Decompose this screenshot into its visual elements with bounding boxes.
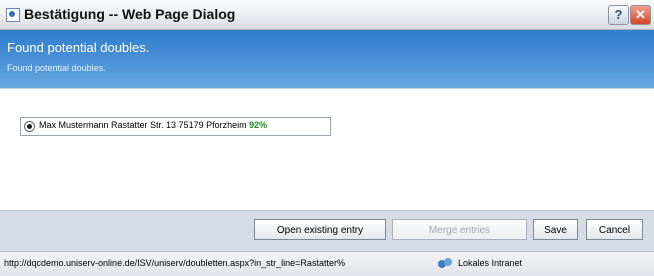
doubles-list: Max Mustermann Rastatter Str. 13 75179 P… [0,88,654,211]
security-zone-label: Lokales Intranet [458,258,523,268]
status-url: http://dqcdemo.uniserv-online.de/ISV/uni… [4,258,345,268]
open-existing-entry-button[interactable]: Open existing entry [254,219,386,240]
intranet-zone-icon [438,257,454,269]
help-button[interactable]: ? [608,5,629,25]
match-score: 92% [249,120,268,130]
candidate-item[interactable]: Max Mustermann Rastatter Str. 13 75179 P… [20,117,331,136]
save-button[interactable]: Save [533,219,578,240]
candidate-text: Max Mustermann Rastatter Str. 13 75179 P… [39,120,247,130]
dialog-titlebar: Bestätigung -- Web Page Dialog ? ✕ [0,0,654,30]
header-title: Found potential doubles. [7,40,150,55]
cancel-button[interactable]: Cancel [586,219,643,240]
header-subtitle: Found potential doubles. [7,63,106,73]
close-button[interactable]: ✕ [630,5,651,25]
candidate-label: Max Mustermann Rastatter Str. 13 75179 P… [39,120,267,130]
merge-entries-button[interactable]: Merge entries [392,219,527,240]
button-bar: Open existing entry Merge entries Save C… [0,210,654,251]
dialog-header: Found potential doubles. Found potential… [0,30,654,88]
dialog-title: Bestätigung -- Web Page Dialog [24,6,236,22]
candidate-radio[interactable] [24,121,35,132]
status-bar: http://dqcdemo.uniserv-online.de/ISV/uni… [0,251,654,276]
web-page-icon [6,8,20,22]
